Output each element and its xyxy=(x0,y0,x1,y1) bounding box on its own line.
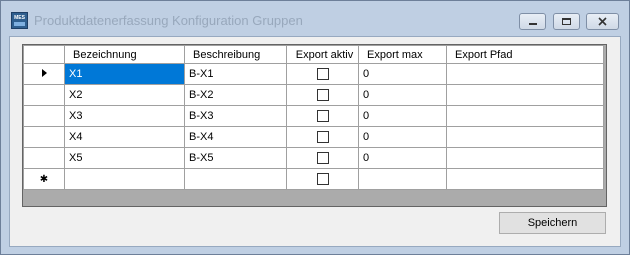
column-header-beschreibung[interactable]: Beschreibung xyxy=(184,45,287,64)
client-area: Bezeichnung Beschreibung Export aktiv Ex… xyxy=(9,36,621,247)
cell-beschreibung[interactable]: B-X1 xyxy=(184,63,287,85)
maximize-icon xyxy=(562,18,571,25)
row-header[interactable] xyxy=(23,126,65,148)
new-row[interactable]: ✱ xyxy=(23,168,604,190)
cell-export-max[interactable]: 0 xyxy=(358,63,447,85)
export-aktiv-checkbox[interactable] xyxy=(316,152,329,165)
cell-bezeichnung[interactable]: X2 xyxy=(64,84,185,106)
cell-export-aktiv[interactable] xyxy=(286,126,359,148)
row-header-corner[interactable] xyxy=(23,45,65,64)
main-window: MES Produktdatenerfassung Konfiguration … xyxy=(0,0,630,255)
header-row: Bezeichnung Beschreibung Export aktiv Ex… xyxy=(23,45,604,64)
table-row[interactable]: X1 B-X1 0 xyxy=(23,63,604,85)
cell-export-aktiv[interactable] xyxy=(286,147,359,169)
export-aktiv-checkbox[interactable] xyxy=(316,173,329,186)
export-aktiv-checkbox[interactable] xyxy=(316,89,329,102)
cell-bezeichnung[interactable] xyxy=(64,168,185,190)
export-aktiv-checkbox[interactable] xyxy=(316,68,329,81)
arrow-right-icon xyxy=(41,69,47,77)
cell-export-pfad[interactable] xyxy=(446,84,604,106)
app-icon-text: MES xyxy=(14,15,26,21)
table-row[interactable]: X2 B-X2 0 xyxy=(23,84,604,106)
row-header[interactable] xyxy=(23,84,65,106)
cell-export-max[interactable] xyxy=(358,168,447,190)
maximize-button[interactable] xyxy=(553,13,580,30)
column-header-export-pfad[interactable]: Export Pfad xyxy=(446,45,604,64)
cell-export-max[interactable]: 0 xyxy=(358,105,447,127)
cell-export-max[interactable]: 0 xyxy=(358,84,447,106)
cell-beschreibung[interactable] xyxy=(184,168,287,190)
cell-beschreibung[interactable]: B-X5 xyxy=(184,147,287,169)
close-button[interactable] xyxy=(586,13,619,30)
cell-export-aktiv[interactable] xyxy=(286,63,359,85)
cell-export-pfad[interactable] xyxy=(446,105,604,127)
minimize-button[interactable] xyxy=(519,13,546,30)
cell-export-max[interactable]: 0 xyxy=(358,147,447,169)
cell-export-pfad[interactable] xyxy=(446,63,604,85)
row-header[interactable] xyxy=(23,105,65,127)
cell-bezeichnung[interactable]: X4 xyxy=(64,126,185,148)
close-icon xyxy=(598,17,607,26)
column-header-export-max[interactable]: Export max xyxy=(358,45,447,64)
cell-export-max[interactable]: 0 xyxy=(358,126,447,148)
export-aktiv-checkbox[interactable] xyxy=(316,131,329,144)
app-icon: MES xyxy=(11,12,28,29)
title-bar[interactable]: MES Produktdatenerfassung Konfiguration … xyxy=(1,1,629,31)
cell-export-aktiv[interactable] xyxy=(286,105,359,127)
table-row[interactable]: X4 B-X4 0 xyxy=(23,126,604,148)
cell-export-pfad[interactable] xyxy=(446,168,604,190)
row-header[interactable]: ✱ xyxy=(23,168,65,190)
cell-beschreibung[interactable]: B-X4 xyxy=(184,126,287,148)
column-header-export-aktiv[interactable]: Export aktiv xyxy=(286,45,359,64)
cell-beschreibung[interactable]: B-X3 xyxy=(184,105,287,127)
table-row[interactable]: X3 B-X3 0 xyxy=(23,105,604,127)
export-aktiv-checkbox[interactable] xyxy=(316,110,329,123)
row-header[interactable] xyxy=(23,147,65,169)
cell-export-pfad[interactable] xyxy=(446,126,604,148)
save-button[interactable]: Speichern xyxy=(499,212,606,234)
groups-data-grid[interactable]: Bezeichnung Beschreibung Export aktiv Ex… xyxy=(22,44,607,207)
cell-bezeichnung[interactable]: X3 xyxy=(64,105,185,127)
groups-table: Bezeichnung Beschreibung Export aktiv Ex… xyxy=(23,45,604,190)
asterisk-icon: ✱ xyxy=(39,174,49,185)
window-title: Produktdatenerfassung Konfiguration Grup… xyxy=(34,13,303,28)
cell-bezeichnung[interactable]: X1 xyxy=(64,63,185,85)
cell-export-aktiv[interactable] xyxy=(286,168,359,190)
cell-bezeichnung[interactable]: X5 xyxy=(64,147,185,169)
cell-export-pfad[interactable] xyxy=(446,147,604,169)
row-header[interactable] xyxy=(23,63,65,85)
minimize-icon xyxy=(528,23,537,25)
table-row[interactable]: X5 B-X5 0 xyxy=(23,147,604,169)
cell-export-aktiv[interactable] xyxy=(286,84,359,106)
column-header-bezeichnung[interactable]: Bezeichnung xyxy=(64,45,185,64)
cell-beschreibung[interactable]: B-X2 xyxy=(184,84,287,106)
